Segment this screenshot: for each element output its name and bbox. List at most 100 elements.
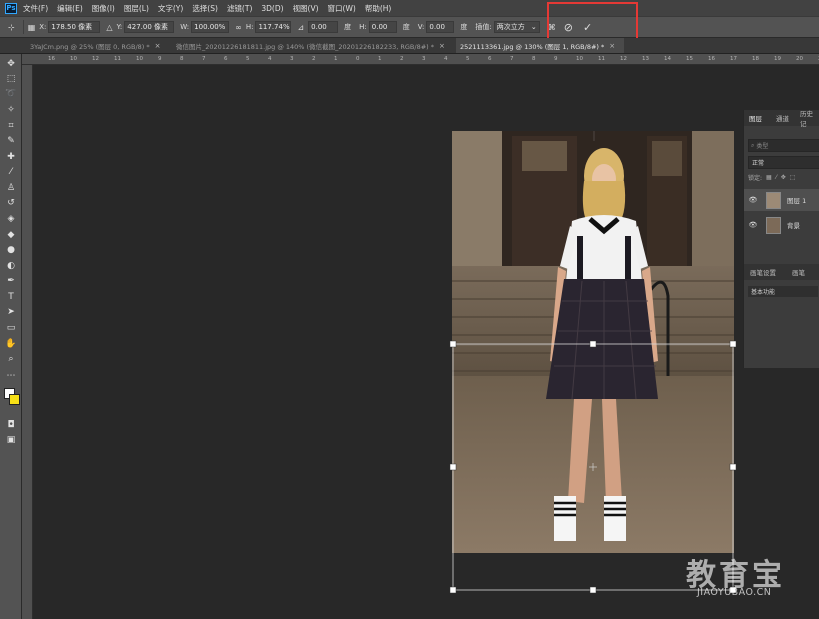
tab-history[interactable]: 历史记: [800, 110, 819, 128]
ruler-tick-label: 2: [312, 56, 316, 62]
layer-filter-input[interactable]: ⌕ 类型: [748, 139, 819, 152]
marquee-tool-icon[interactable]: ⬚: [4, 73, 18, 85]
ruler-tick-label: 10: [576, 56, 583, 62]
tab-brushes[interactable]: 画笔: [792, 264, 805, 280]
tab-document-2[interactable]: 微信图片_20201226181811.jpg @ 140% (微信截图_202…: [172, 38, 454, 53]
pen-tool-icon[interactable]: ✒: [4, 275, 18, 287]
menu-image[interactable]: 图像(I): [92, 3, 115, 14]
lock-pixels-icon[interactable]: ▦: [766, 174, 772, 181]
magic-wand-tool-icon[interactable]: ✧: [4, 104, 18, 116]
menu-window[interactable]: 窗口(W): [328, 3, 356, 14]
ruler-tick-label: 4: [268, 56, 272, 62]
ruler-tick-label: 0: [356, 56, 360, 62]
lock-paint-icon[interactable]: ⁄: [776, 174, 777, 181]
background-color-swatch[interactable]: [9, 394, 20, 405]
eye-icon[interactable]: 👁: [748, 196, 758, 204]
history-brush-tool-icon[interactable]: ↺: [4, 197, 18, 209]
tab-title: 微信图片_20201226181811.jpg @ 140% (微信截图_202…: [176, 42, 435, 51]
close-icon[interactable]: ×: [155, 42, 161, 50]
layer-thumbnail: [766, 191, 781, 209]
tab-brush-settings[interactable]: 画笔设置: [750, 264, 776, 280]
close-icon[interactable]: ×: [609, 42, 615, 50]
tab-channels[interactable]: 通道: [776, 110, 789, 126]
layer-name: 图层 1: [787, 197, 807, 205]
w-label: W:: [180, 23, 190, 31]
angle-unit: 度: [344, 23, 352, 31]
eye-icon[interactable]: 👁: [748, 221, 758, 229]
x-input[interactable]: 178.50 像素: [48, 21, 101, 33]
y-input[interactable]: 427.00 像素: [124, 21, 175, 33]
x-label: X:: [39, 23, 47, 31]
horizontal-ruler: 16 10 12 11 10 9 8 7 6 5 4 3 2 1 0 1 2 3 4 5 6 7 8 9 10 11 12 13 14 1…: [22, 54, 819, 65]
more-tools-icon[interactable]: ⋯: [4, 370, 18, 382]
lock-position-icon[interactable]: ✥: [781, 174, 786, 181]
menu-view[interactable]: 视图(V): [293, 3, 319, 14]
reference-point-icon[interactable]: ▦: [28, 23, 36, 32]
link-aspect-icon[interactable]: ∞: [235, 23, 242, 32]
hskew-label: H:: [359, 23, 367, 31]
quick-mask-icon[interactable]: ◘: [4, 419, 18, 431]
ruler-tick-label: 12: [620, 56, 627, 62]
screen-mode-icon[interactable]: ▣: [4, 434, 18, 446]
vskew-unit: 度: [460, 23, 468, 31]
menu-filter[interactable]: 滤镜(T): [227, 3, 252, 14]
ruler-tick-label: 1: [378, 56, 382, 62]
menu-file[interactable]: 文件(F): [23, 3, 48, 14]
tab-title: 2521113361.jpg @ 130% (图层 1, RGB/8#) *: [460, 42, 605, 51]
eraser-tool-icon[interactable]: ◈: [4, 213, 18, 225]
rectangle-tool-icon[interactable]: ▭: [4, 322, 18, 334]
close-icon[interactable]: ×: [439, 42, 445, 50]
ruler-tick-label: 7: [202, 56, 206, 62]
menu-select[interactable]: 选择(S): [192, 3, 218, 14]
tab-document-1[interactable]: 3YaJCm.png @ 25% (图层 0, RGB/8) * ×: [26, 38, 172, 53]
width-input[interactable]: 100.00%: [191, 21, 230, 33]
angle-input[interactable]: 0.00: [308, 21, 339, 33]
tools-panel: ✥ ⬚ ➰ ✧ ⌗ ✎ ✚ ⁄ ♙ ↺ ◈ ◆ ● ◐ ✒ T ➤ ▭ ✋ ⌕ …: [0, 54, 22, 619]
ruler-tick-label: 11: [114, 56, 121, 62]
lock-artboard-icon[interactable]: ⬚: [790, 174, 796, 181]
ruler-tick-label: 14: [664, 56, 671, 62]
tab-document-3[interactable]: 2521113361.jpg @ 130% (图层 1, RGB/8#) * ×: [456, 38, 624, 53]
zoom-tool-icon[interactable]: ⌕: [4, 353, 18, 365]
move-tool-preset-icon[interactable]: ⊹: [8, 23, 15, 32]
lasso-tool-icon[interactable]: ➰: [4, 88, 18, 100]
menu-help[interactable]: 帮助(H): [365, 3, 392, 14]
hand-tool-icon[interactable]: ✋: [4, 338, 18, 350]
menu-edit[interactable]: 编辑(E): [57, 3, 83, 14]
eyedropper-tool-icon[interactable]: ✎: [4, 135, 18, 147]
ruler-tick-label: 10: [136, 56, 143, 62]
blend-mode-select[interactable]: 正常: [748, 156, 819, 169]
move-tool-icon[interactable]: ✥: [4, 58, 18, 70]
brush-preset-item[interactable]: 基本功能: [748, 286, 818, 297]
layer-row-layer1[interactable]: 👁 图层 1: [744, 189, 819, 211]
h-label: H:: [245, 23, 254, 31]
ruler-tick-label: 9: [158, 56, 162, 62]
dodge-tool-icon[interactable]: ◐: [4, 260, 18, 272]
hskew-input[interactable]: 0.00: [368, 21, 397, 33]
ruler-tick-label: 3: [290, 56, 294, 62]
ruler-tick-label: 19: [774, 56, 781, 62]
brush-tool-icon[interactable]: ⁄: [4, 166, 18, 178]
healing-brush-tool-icon[interactable]: ✚: [4, 151, 18, 163]
menu-type[interactable]: 文字(Y): [158, 3, 183, 14]
menu-3d[interactable]: 3D(D): [261, 4, 283, 13]
blur-tool-icon[interactable]: ●: [4, 244, 18, 256]
photoshop-logo-icon: Ps: [5, 2, 17, 14]
clone-stamp-tool-icon[interactable]: ♙: [4, 182, 18, 194]
paint-bucket-tool-icon[interactable]: ◆: [4, 229, 18, 241]
vskew-input[interactable]: 0.00: [426, 21, 455, 33]
chevron-down-icon: ⌄: [530, 23, 537, 31]
layer-row-background[interactable]: 👁 背景: [744, 214, 819, 236]
menu-layer[interactable]: 图层(L): [124, 3, 149, 14]
height-input[interactable]: 117.74%: [255, 21, 292, 33]
tab-layers[interactable]: 图层: [749, 110, 762, 126]
vertical-ruler: [22, 65, 33, 619]
crop-tool-icon[interactable]: ⌗: [4, 120, 18, 132]
hskew-unit: 度: [402, 23, 410, 31]
type-tool-icon[interactable]: T: [4, 291, 18, 303]
brush-preset-label: 基本功能: [751, 289, 776, 296]
relative-position-icon[interactable]: △: [106, 23, 112, 32]
interpolation-select[interactable]: 两次立方 ⌄: [493, 21, 540, 33]
ruler-tick-label: 6: [224, 56, 228, 62]
path-selection-tool-icon[interactable]: ➤: [4, 306, 18, 318]
